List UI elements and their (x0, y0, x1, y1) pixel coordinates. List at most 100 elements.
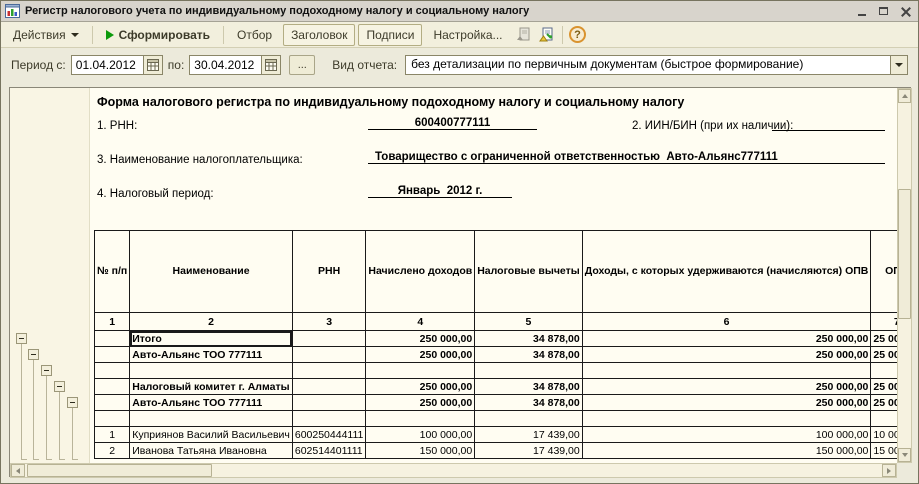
cell-deductions[interactable]: 34 878,00 (475, 395, 583, 411)
close-button[interactable] (897, 4, 914, 19)
cell-accrued[interactable] (366, 363, 475, 379)
cell-deductions[interactable]: 34 878,00 (475, 347, 583, 363)
col-number[interactable]: 7 (871, 313, 897, 331)
rnn-value[interactable]: 600400777111 (368, 117, 537, 130)
scroll-up-button[interactable] (898, 89, 911, 103)
period-from-input[interactable] (71, 55, 143, 75)
col-number[interactable]: 3 (292, 313, 366, 331)
cell-accrued[interactable]: 250 000,00 (366, 347, 475, 363)
cell-name[interactable]: Авто-Альянс ТОО 777111 (130, 347, 293, 363)
horizontal-scrollbar[interactable] (10, 463, 897, 478)
collapse-expander-icon[interactable] (54, 381, 65, 392)
report-type-combo[interactable]: без детализации по первичным документам … (405, 55, 908, 75)
cell-rnn[interactable]: 600250444111 (292, 427, 366, 443)
cell-opv[interactable]: 25 000,00 (871, 331, 897, 347)
period-more-button[interactable]: ... (289, 55, 315, 75)
cell-rnn[interactable] (292, 331, 366, 347)
period-to-calendar-button[interactable] (261, 55, 281, 75)
cell-opv[interactable]: 25 000,00 (871, 379, 897, 395)
filter-button[interactable]: Отбор (229, 24, 280, 46)
settings-button[interactable]: Настройка... (425, 24, 510, 46)
iin-blank-line[interactable] (772, 117, 885, 131)
minimize-button[interactable] (853, 4, 870, 19)
cell-rnn[interactable] (292, 363, 366, 379)
scroll-down-button[interactable] (898, 448, 911, 462)
cell-opv-income[interactable]: 250 000,00 (582, 395, 871, 411)
cell-opv-income[interactable] (582, 411, 871, 427)
cell-name[interactable] (130, 411, 293, 427)
col-header-deductions[interactable]: Налоговые вычеты (475, 231, 583, 313)
generate-button[interactable]: Сформировать (98, 24, 218, 46)
cell-deductions[interactable] (475, 411, 583, 427)
cell-name[interactable] (130, 363, 293, 379)
cell-name[interactable]: Налоговый комитет г. Алматы (130, 379, 293, 395)
cell-deductions[interactable]: 17 439,00 (475, 443, 583, 459)
col-header-name[interactable]: Наименование (130, 231, 293, 313)
col-header-opv[interactable]: ОПВ (871, 231, 897, 313)
col-header-rnn[interactable]: РНН (292, 231, 366, 313)
cell-name-selected[interactable]: Итого (130, 331, 293, 347)
period-from-calendar-button[interactable] (143, 55, 163, 75)
cell-accrued[interactable]: 100 000,00 (366, 427, 475, 443)
cell-rnn[interactable]: 602514401111 (292, 443, 366, 459)
cell-opv[interactable]: 10 000,00 (871, 427, 897, 443)
cell-opv[interactable]: 25 000,00 (871, 395, 897, 411)
cell-opv[interactable] (871, 363, 897, 379)
signatures-toggle-button[interactable]: Подписи (358, 24, 422, 46)
period-to-input[interactable] (189, 55, 261, 75)
collapse-expander-icon[interactable] (41, 365, 52, 376)
cell-num[interactable] (95, 379, 130, 395)
cell-accrued[interactable] (366, 411, 475, 427)
save-settings-button-disabled[interactable] (514, 25, 534, 45)
col-number[interactable]: 2 (130, 313, 293, 331)
maximize-button[interactable] (875, 4, 892, 19)
cell-opv[interactable]: 25 000,00 (871, 347, 897, 363)
scroll-left-button[interactable] (11, 464, 25, 477)
tax-period-value[interactable]: Январь 2012 г. (368, 185, 512, 198)
cell-accrued[interactable]: 250 000,00 (366, 379, 475, 395)
cell-name[interactable]: Куприянов Василий Васильевич (130, 427, 293, 443)
cell-opv[interactable] (871, 411, 897, 427)
horizontal-scroll-thumb[interactable] (27, 464, 212, 477)
col-number[interactable]: 6 (582, 313, 871, 331)
cell-num[interactable] (95, 363, 130, 379)
collapse-expander-icon[interactable] (28, 349, 39, 360)
cell-name[interactable]: Авто-Альянс ТОО 777111 (130, 395, 293, 411)
cell-opv-income[interactable]: 100 000,00 (582, 427, 871, 443)
cell-deductions[interactable]: 34 878,00 (475, 331, 583, 347)
cell-opv-income[interactable]: 150 000,00 (582, 443, 871, 459)
col-header-num[interactable]: № п/п (95, 231, 130, 313)
scroll-right-button[interactable] (882, 464, 896, 477)
col-number[interactable]: 4 (366, 313, 475, 331)
cell-accrued[interactable]: 150 000,00 (366, 443, 475, 459)
header-toggle-button[interactable]: Заголовок (283, 24, 355, 46)
cell-rnn[interactable] (292, 395, 366, 411)
taxpayer-value[interactable]: Товарищество с ограниченной ответственно… (368, 151, 885, 164)
col-number[interactable]: 1 (95, 313, 130, 331)
help-button[interactable]: ? (568, 25, 588, 45)
col-header-opv-income[interactable]: Доходы, с которых удерживаются (начисляю… (582, 231, 871, 313)
cell-rnn[interactable] (292, 347, 366, 363)
cell-num[interactable]: 2 (95, 443, 130, 459)
cell-num[interactable] (95, 411, 130, 427)
cell-accrued[interactable]: 250 000,00 (366, 331, 475, 347)
cell-opv-income[interactable] (582, 363, 871, 379)
cell-num[interactable]: 1 (95, 427, 130, 443)
cell-opv[interactable]: 15 000,00 (871, 443, 897, 459)
report-type-dropdown-button[interactable] (890, 55, 908, 75)
cell-deductions[interactable]: 34 878,00 (475, 379, 583, 395)
restore-settings-button[interactable] (537, 25, 557, 45)
cell-num[interactable] (95, 395, 130, 411)
cell-opv-income[interactable]: 250 000,00 (582, 379, 871, 395)
col-number[interactable]: 5 (475, 313, 583, 331)
cell-opv-income[interactable]: 250 000,00 (582, 347, 871, 363)
cell-num[interactable] (95, 331, 130, 347)
cell-rnn[interactable] (292, 379, 366, 395)
cell-rnn[interactable] (292, 411, 366, 427)
collapse-expander-icon[interactable] (16, 333, 27, 344)
cell-deductions[interactable]: 17 439,00 (475, 427, 583, 443)
vertical-scroll-thumb[interactable] (898, 189, 911, 319)
vertical-scrollbar[interactable] (897, 88, 912, 463)
cell-num[interactable] (95, 347, 130, 363)
cell-accrued[interactable]: 250 000,00 (366, 395, 475, 411)
